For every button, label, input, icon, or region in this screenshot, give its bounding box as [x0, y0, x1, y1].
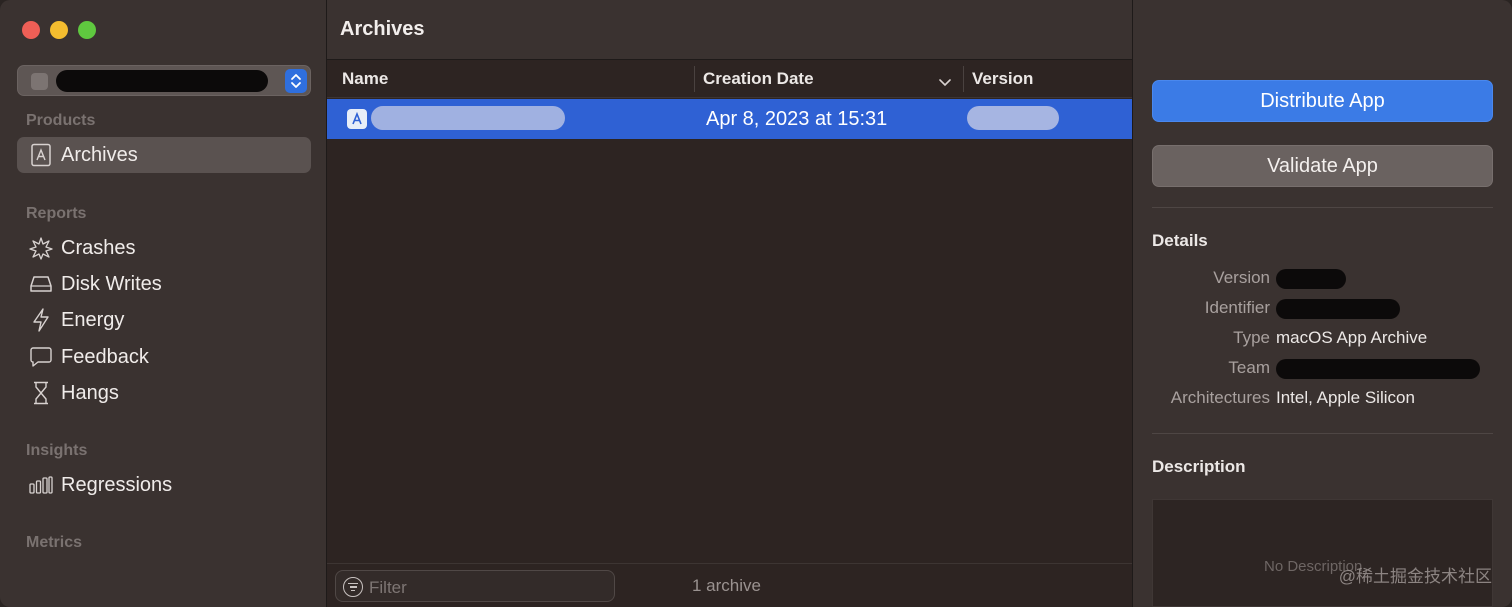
detail-identifier: Identifier: [1133, 298, 1512, 320]
archives-list-pane: Archives Name Creation Date Version Apr …: [327, 0, 1133, 607]
archive-creation-date: Apr 8, 2023 at 15:31: [706, 108, 888, 130]
table-header: Name Creation Date Version: [327, 60, 1132, 98]
sidebar-item-label: Archives: [61, 143, 138, 166]
sidebar-item-feedback[interactable]: Feedback: [17, 339, 311, 375]
sort-chevron-icon[interactable]: [939, 74, 951, 92]
detail-value: macOS App Archive: [1276, 328, 1428, 347]
sidebar-item-disk-writes[interactable]: Disk Writes: [17, 266, 311, 302]
section-insights: Insights: [26, 442, 88, 459]
detail-key: Identifier: [1204, 298, 1270, 317]
column-divider[interactable]: [694, 66, 695, 92]
page-title: Archives: [340, 18, 425, 40]
burst-icon: [29, 236, 53, 260]
minimize-window-button[interactable]: [50, 21, 68, 39]
sidebar-item-label: Feedback: [61, 345, 149, 368]
section-reports: Reports: [26, 205, 87, 222]
sidebar-item-energy[interactable]: Energy: [17, 302, 311, 338]
hourglass-icon: [29, 381, 53, 405]
column-header-version[interactable]: Version: [972, 69, 1033, 89]
column-header-name[interactable]: Name: [342, 69, 388, 89]
detail-team: Team: [1133, 358, 1512, 380]
detail-key: Architectures: [1170, 388, 1270, 407]
detail-value: Intel, Apple Silicon: [1276, 388, 1415, 407]
sidebar-item-label: Energy: [61, 308, 125, 331]
detail-key: Team: [1228, 358, 1270, 377]
app-icon: [31, 73, 48, 90]
inspector-pane: Distribute App Validate App Details Vers…: [1133, 0, 1512, 607]
sidebar-item-label: Hangs: [61, 381, 119, 404]
bar-chart-icon: [29, 473, 53, 497]
distribute-app-button[interactable]: Distribute App: [1152, 80, 1493, 122]
chevron-up-down-icon[interactable]: [285, 69, 307, 93]
archive-box-icon: [29, 143, 53, 167]
sidebar-item-regressions[interactable]: Regressions: [17, 467, 311, 503]
product-picker[interactable]: [17, 65, 311, 96]
filter-icon: [343, 577, 363, 597]
redacted-value: [1276, 359, 1480, 379]
redacted-value: [1276, 299, 1400, 319]
details-heading: Details: [1152, 231, 1208, 250]
list-footer: Filter 1 archive: [327, 563, 1132, 607]
redacted-value: [1276, 269, 1346, 289]
archive-count: 1 archive: [692, 576, 761, 595]
filter-placeholder: Filter: [369, 578, 407, 597]
window-controls: [22, 21, 96, 39]
table-row[interactable]: Apr 8, 2023 at 15:31: [327, 99, 1132, 139]
zoom-window-button[interactable]: [78, 21, 96, 39]
sidebar-item-crashes[interactable]: Crashes: [17, 230, 311, 266]
sidebar-item-hangs[interactable]: Hangs: [17, 375, 311, 411]
bolt-icon: [29, 308, 53, 332]
detail-version: Version: [1133, 268, 1512, 290]
column-divider[interactable]: [963, 66, 964, 92]
filter-field[interactable]: Filter: [335, 570, 615, 602]
app-store-icon: [347, 109, 367, 129]
redacted-archive-version: [967, 106, 1059, 130]
divider: [1152, 433, 1493, 434]
divider: [1152, 207, 1493, 208]
sidebar-item-label: Disk Writes: [61, 272, 162, 295]
sidebar-item-label: Crashes: [61, 236, 136, 259]
column-header-creation-date[interactable]: Creation Date: [703, 69, 814, 89]
description-heading: Description: [1152, 457, 1246, 476]
redacted-archive-name: [371, 106, 565, 130]
watermark: @稀土掘金技术社区: [1338, 567, 1492, 586]
sidebar-item-archives[interactable]: Archives: [17, 137, 311, 173]
title-bar: Archives: [327, 0, 1132, 60]
speech-bubble-icon: [29, 345, 53, 369]
detail-key: Type: [1233, 328, 1270, 347]
section-metrics: Metrics: [26, 534, 83, 551]
detail-key: Version: [1213, 268, 1270, 287]
xcode-organizer-window: Products Archives Reports Crashes Disk W…: [0, 0, 1512, 607]
sidebar-item-label: Regressions: [61, 473, 173, 496]
section-products: Products: [26, 112, 96, 129]
close-window-button[interactable]: [22, 21, 40, 39]
description-field[interactable]: No Description: [1152, 499, 1493, 607]
validate-app-button[interactable]: Validate App: [1152, 145, 1493, 187]
redacted-product-name: [56, 70, 268, 92]
sidebar: Products Archives Reports Crashes Disk W…: [0, 0, 327, 607]
detail-architectures: Architectures Intel, Apple Silicon: [1133, 388, 1512, 410]
disk-icon: [29, 272, 53, 296]
detail-type: Type macOS App Archive: [1133, 328, 1512, 350]
